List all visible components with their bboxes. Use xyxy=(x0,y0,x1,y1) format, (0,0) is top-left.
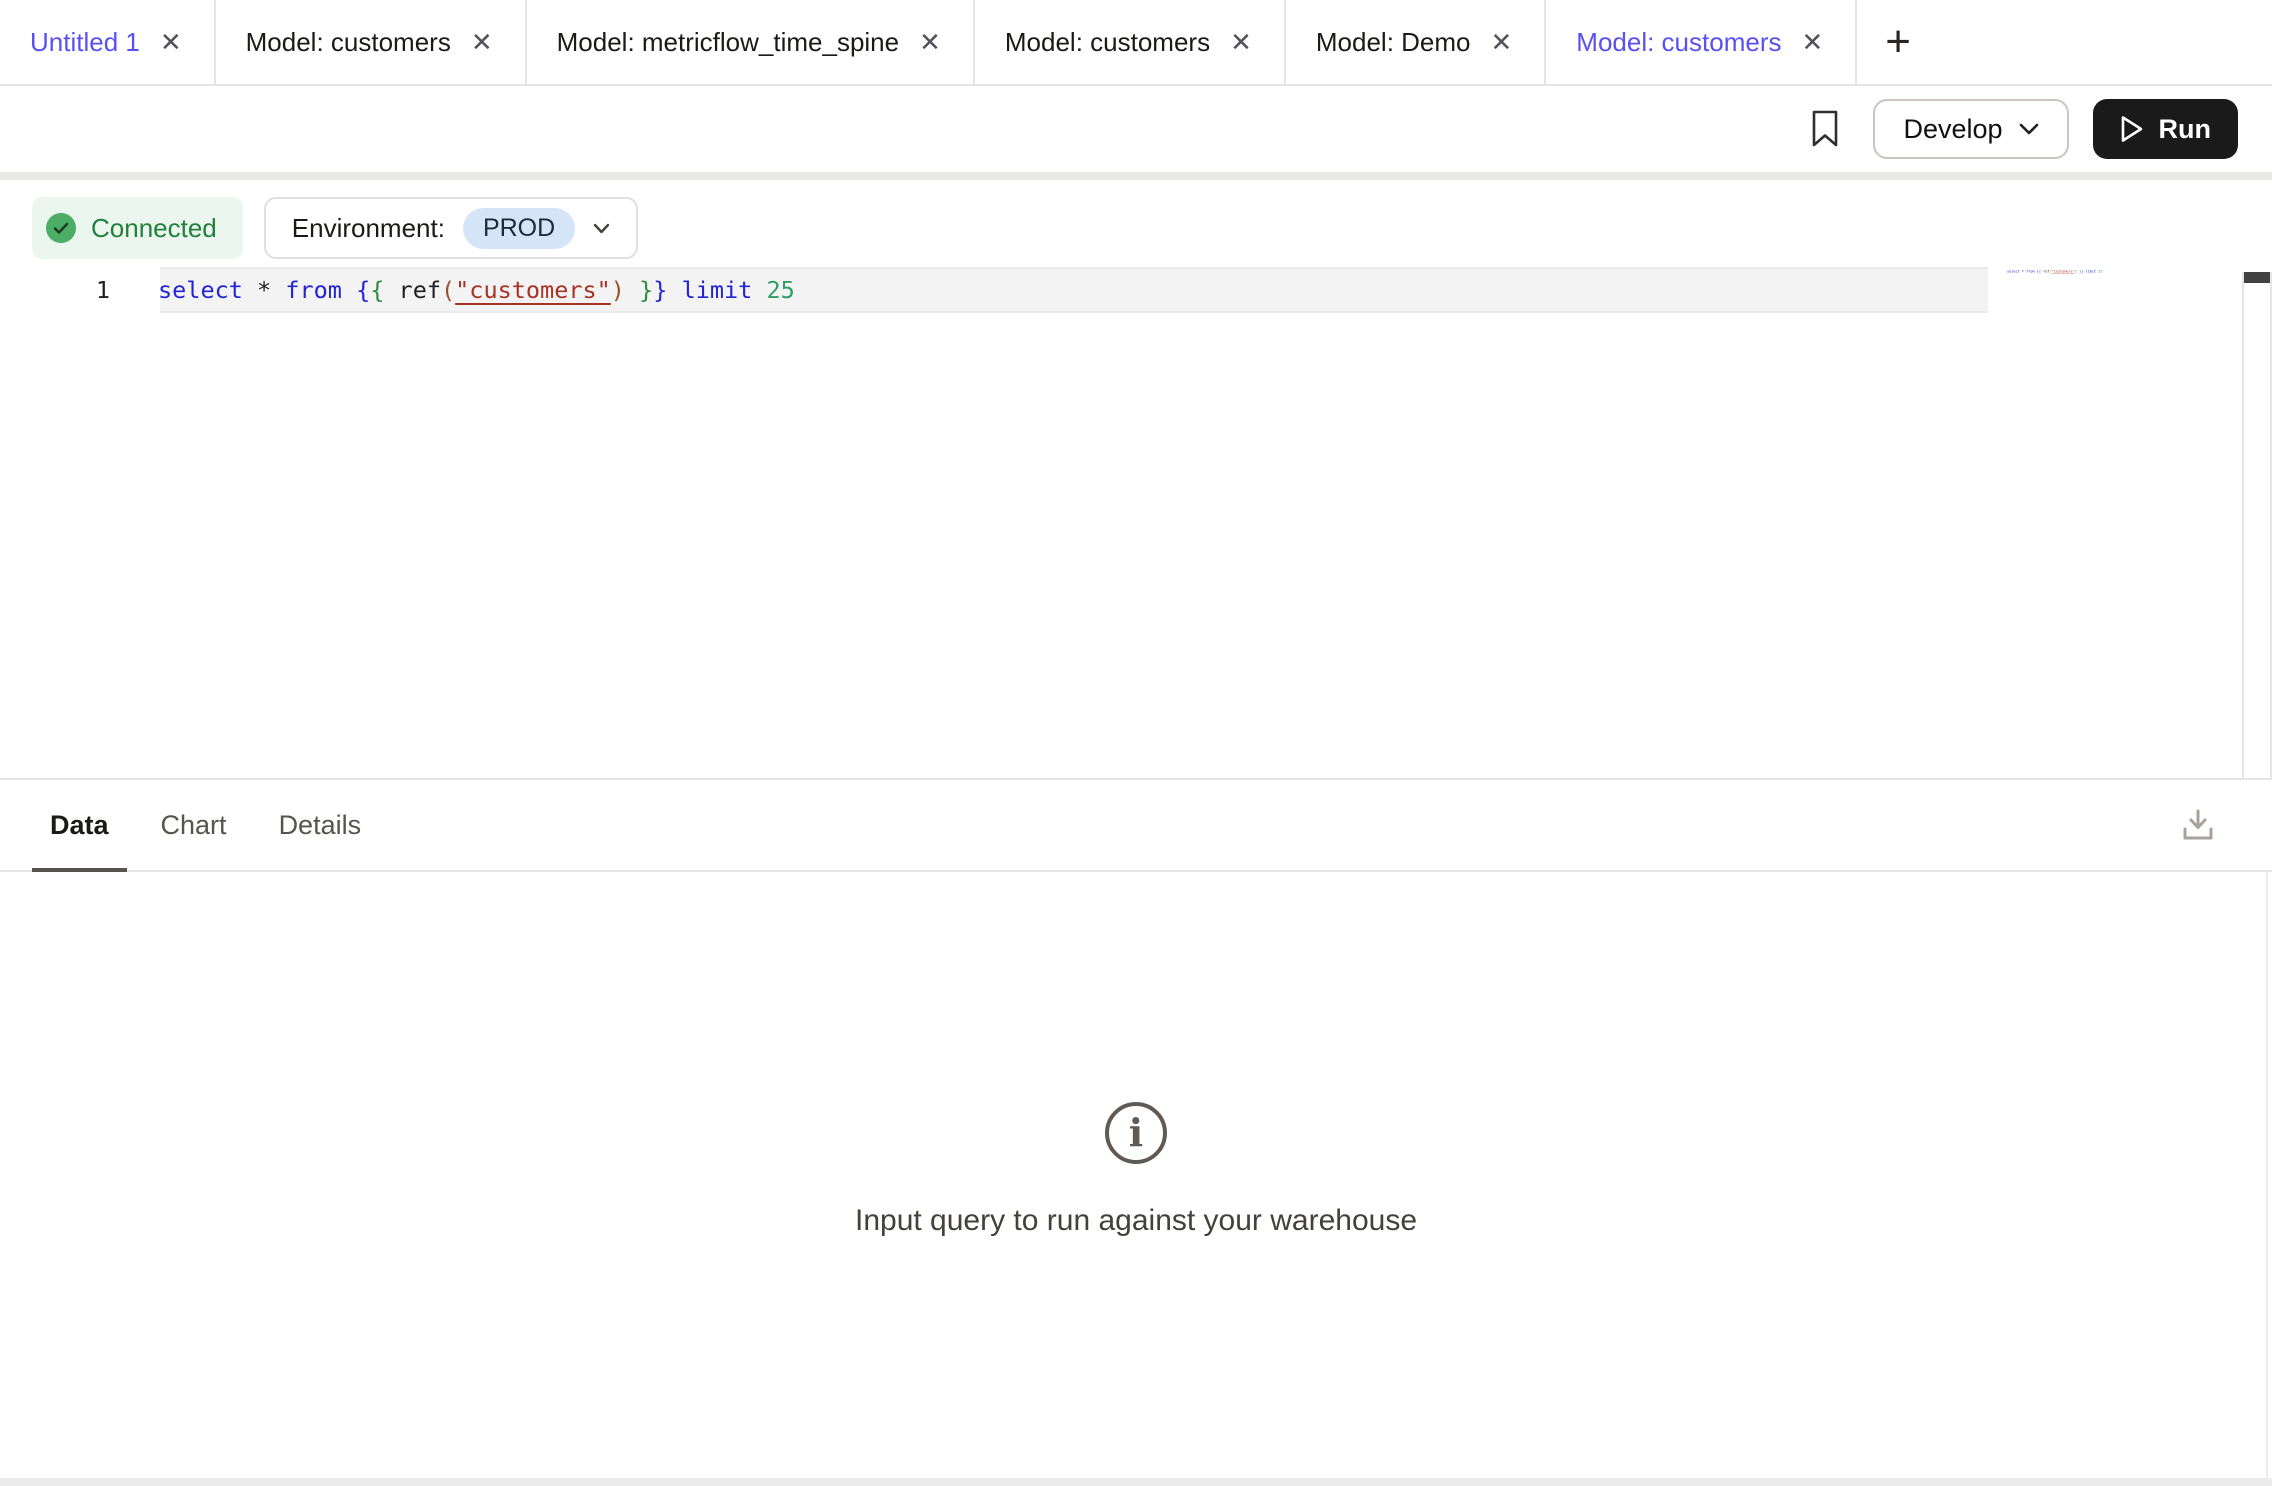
tab-label: Model: customers xyxy=(1576,29,1781,55)
chevron-down-icon xyxy=(593,223,610,234)
results-tab-bar: Data Chart Details xyxy=(0,780,2272,872)
environment-selector[interactable]: Environment: PROD xyxy=(264,197,638,259)
bottom-edge-strip xyxy=(0,1478,2272,1486)
minimap[interactable]: select * from {{ ref("customers") }} lim… xyxy=(2007,268,2103,275)
close-icon[interactable]: ✕ xyxy=(1489,27,1515,57)
tab-model-customers-1[interactable]: Model: customers ✕ xyxy=(216,0,527,84)
toolbar-editor-divider xyxy=(0,172,2272,180)
tab-model-demo[interactable]: Model: Demo ✕ xyxy=(1286,0,1546,84)
tab-model-metricflow-time-spine[interactable]: Model: metricflow_time_spine ✕ xyxy=(527,0,975,84)
run-button[interactable]: Run xyxy=(2093,99,2238,159)
tab-bar: Untitled 1 ✕ Model: customers ✕ Model: m… xyxy=(0,0,2272,86)
editor-panel[interactable]: Connected Environment: PROD 1 select * f… xyxy=(0,180,2272,778)
tab-details[interactable]: Details xyxy=(261,780,380,870)
develop-button-label: Develop xyxy=(1903,114,2002,145)
run-button-label: Run xyxy=(2159,114,2211,145)
connection-status-badge: Connected xyxy=(32,197,243,259)
results-panel: Data Chart Details i Input query to run … xyxy=(0,778,2272,1478)
bookmark-icon-glyph xyxy=(1811,110,1839,148)
editor-scrollbar-thumb[interactable] xyxy=(2244,272,2270,283)
empty-state: i Input query to run against your wareho… xyxy=(855,1102,1417,1238)
environment-label: Environment: xyxy=(292,213,445,244)
editor-status-row: Connected Environment: PROD xyxy=(0,180,2272,259)
develop-button[interactable]: Develop xyxy=(1873,99,2068,159)
line-number-gutter: 1 xyxy=(0,267,110,313)
environment-value-badge: PROD xyxy=(463,208,575,249)
tab-label: Untitled 1 xyxy=(30,29,140,55)
download-button[interactable] xyxy=(2178,805,2218,845)
tab-untitled-1[interactable]: Untitled 1 ✕ xyxy=(0,0,216,84)
tab-data[interactable]: Data xyxy=(32,780,127,870)
empty-state-message: Input query to run against your warehous… xyxy=(855,1204,1417,1238)
bookmark-icon[interactable] xyxy=(1811,110,1839,148)
editor-scrollbar-track[interactable] xyxy=(2242,272,2272,778)
toolbar: Develop Run xyxy=(0,86,2272,172)
chevron-down-icon xyxy=(2019,123,2039,135)
close-icon[interactable]: ✕ xyxy=(1799,27,1825,57)
code-editor[interactable]: 1 select * from {{ ref("customers") }} l… xyxy=(0,267,2272,313)
tab-model-customers-2[interactable]: Model: customers ✕ xyxy=(975,0,1286,84)
play-icon xyxy=(2120,115,2144,143)
close-icon[interactable]: ✕ xyxy=(1228,27,1254,57)
info-icon: i xyxy=(1105,1102,1167,1164)
tab-chart[interactable]: Chart xyxy=(143,780,245,870)
close-icon[interactable]: ✕ xyxy=(469,27,495,57)
tab-label: Model: metricflow_time_spine xyxy=(557,29,899,55)
add-tab-button[interactable]: + xyxy=(1857,0,1939,84)
tab-label: Model: customers xyxy=(1005,29,1210,55)
tab-label: Model: Demo xyxy=(1316,29,1471,55)
tab-model-customers-3[interactable]: Model: customers ✕ xyxy=(1546,0,1857,84)
check-circle-icon xyxy=(46,213,76,243)
download-icon xyxy=(2178,805,2218,845)
code-line[interactable]: select * from {{ ref("customers") }} lim… xyxy=(158,267,795,313)
connected-label: Connected xyxy=(91,213,217,244)
close-icon[interactable]: ✕ xyxy=(917,27,943,57)
tab-label: Model: customers xyxy=(246,29,451,55)
results-body: i Input query to run against your wareho… xyxy=(0,872,2272,1478)
ide-window: Untitled 1 ✕ Model: customers ✕ Model: m… xyxy=(0,0,2272,1486)
close-icon[interactable]: ✕ xyxy=(158,27,184,57)
